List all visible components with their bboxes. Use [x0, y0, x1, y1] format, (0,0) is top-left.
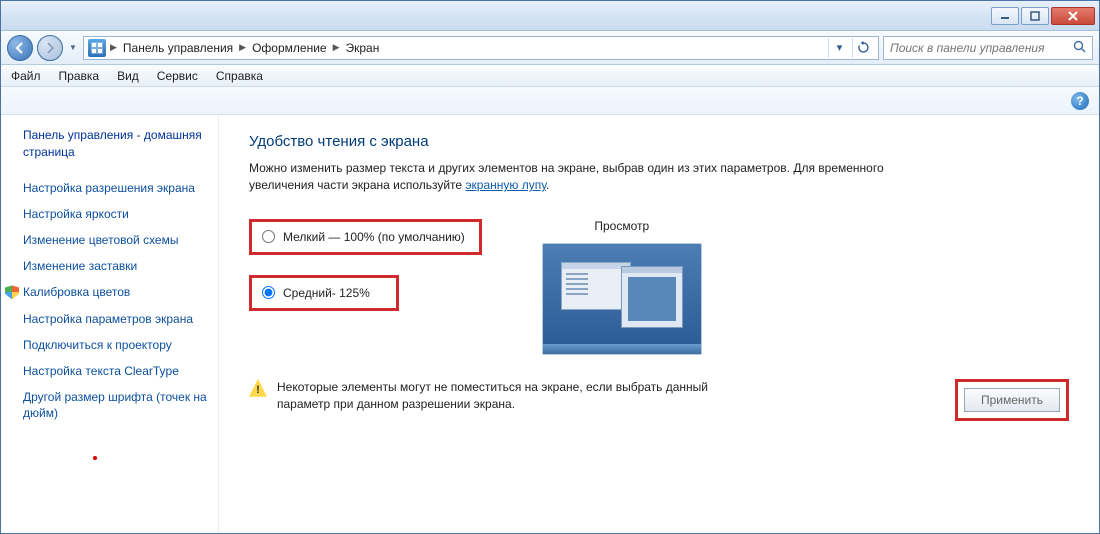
window: ▼ ▶ Панель управления ▶ Оформление ▶ Экр…: [0, 0, 1100, 534]
menu-view[interactable]: Вид: [117, 69, 139, 83]
warning-row: ! Некоторые элементы могут не поместитьс…: [249, 379, 1069, 421]
help-icon[interactable]: ?: [1071, 92, 1089, 110]
warning-text: Некоторые элементы могут не поместиться …: [277, 379, 737, 413]
nav-back-button[interactable]: [7, 35, 33, 61]
minimize-button[interactable]: [991, 7, 1019, 25]
breadcrumb-item[interactable]: Панель управления: [121, 41, 235, 55]
close-button[interactable]: [1051, 7, 1095, 25]
sidebar-link-color-scheme[interactable]: Изменение цветовой схемы: [23, 227, 208, 253]
breadcrumb-item[interactable]: Экран: [344, 41, 382, 55]
body: Панель управления - домашняя страница На…: [1, 115, 1099, 533]
radio-options: Мелкий — 100% (по умолчанию) Средний- 12…: [249, 219, 482, 355]
search-icon[interactable]: [1073, 40, 1086, 56]
control-panel-icon: [88, 39, 106, 57]
preview-image: [542, 243, 702, 355]
navbar: ▼ ▶ Панель управления ▶ Оформление ▶ Экр…: [1, 31, 1099, 65]
chevron-right-icon[interactable]: ▶: [110, 42, 117, 53]
menubar: Файл Правка Вид Сервис Справка: [1, 65, 1099, 87]
menu-tools[interactable]: Сервис: [157, 69, 198, 83]
radio-small-highlight: Мелкий — 100% (по умолчанию): [249, 219, 482, 255]
search-input[interactable]: [890, 41, 1073, 55]
breadcrumb-item[interactable]: Оформление: [250, 41, 328, 55]
warning-icon: !: [249, 379, 267, 397]
main-content: Удобство чтения с экрана Можно изменить …: [219, 115, 1099, 533]
search-box[interactable]: [883, 36, 1093, 60]
address-bar[interactable]: ▶ Панель управления ▶ Оформление ▶ Экран…: [83, 36, 879, 60]
magnifier-link[interactable]: экранную лупу: [465, 178, 546, 192]
sidebar-link-brightness[interactable]: Настройка яркости: [23, 201, 208, 227]
sidebar-link-screensaver[interactable]: Изменение заставки: [23, 253, 208, 279]
apply-button[interactable]: Применить: [964, 388, 1060, 412]
menu-edit[interactable]: Правка: [59, 69, 100, 83]
apply-highlight: Применить: [955, 379, 1069, 421]
sidebar-link-display-params[interactable]: Настройка параметров экрана: [23, 306, 208, 332]
menu-help[interactable]: Справка: [216, 69, 263, 83]
sidebar-link-cleartype[interactable]: Настройка текста ClearType: [23, 358, 208, 384]
radio-medium[interactable]: [262, 286, 275, 299]
red-dot-marker: [93, 456, 97, 460]
chevron-right-icon[interactable]: ▶: [333, 42, 340, 53]
nav-history-dropdown[interactable]: ▼: [67, 35, 79, 61]
window-buttons: [991, 7, 1095, 25]
sidebar: Панель управления - домашняя страница На…: [1, 115, 219, 533]
chevron-right-icon[interactable]: ▶: [239, 42, 246, 53]
page-title: Удобство чтения с экрана: [249, 133, 1069, 150]
menu-file[interactable]: Файл: [11, 69, 41, 83]
sidebar-link-calibrate[interactable]: Калибровка цветов: [23, 279, 208, 305]
preview-label: Просмотр: [542, 219, 702, 233]
sidebar-home-link[interactable]: Панель управления - домашняя страница: [23, 127, 208, 161]
titlebar: [1, 1, 1099, 31]
sidebar-link-resolution[interactable]: Настройка разрешения экрана: [23, 175, 208, 201]
preview-column: Просмотр: [542, 219, 702, 355]
addr-dropdown-button[interactable]: ▾: [828, 38, 850, 58]
maximize-button[interactable]: [1021, 7, 1049, 25]
radio-small[interactable]: [262, 230, 275, 243]
refresh-button[interactable]: [852, 38, 874, 58]
command-bar: ?: [1, 87, 1099, 115]
sidebar-link-projector[interactable]: Подключиться к проектору: [23, 332, 208, 358]
options-row: Мелкий — 100% (по умолчанию) Средний- 12…: [249, 219, 1069, 355]
intro-text: Можно изменить размер текста и других эл…: [249, 160, 889, 195]
radio-small-label[interactable]: Мелкий — 100% (по умолчанию): [283, 230, 465, 244]
nav-forward-button[interactable]: [37, 35, 63, 61]
radio-medium-label[interactable]: Средний- 125%: [283, 286, 370, 300]
sidebar-link-dpi[interactable]: Другой размер шрифта (точек на дюйм): [23, 384, 208, 426]
radio-medium-highlight: Средний- 125%: [249, 275, 399, 311]
